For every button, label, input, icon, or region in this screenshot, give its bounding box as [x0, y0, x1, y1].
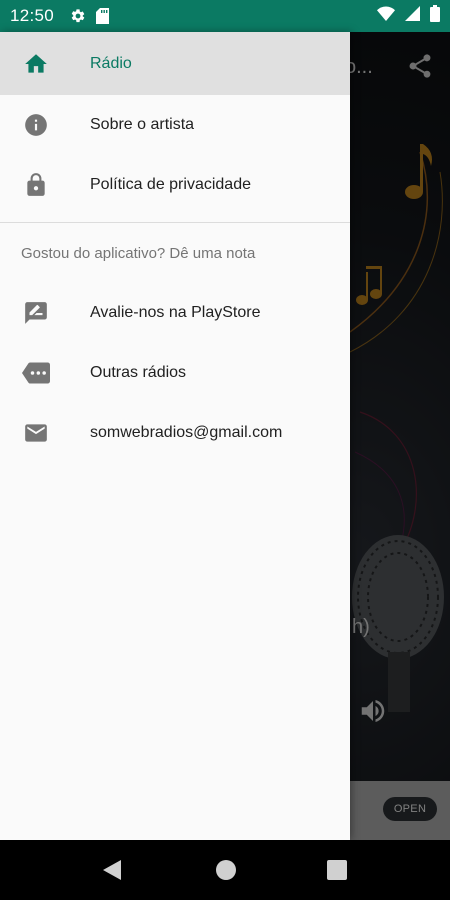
status-time: 12:50 — [10, 6, 55, 25]
label-more-icon — [22, 359, 50, 387]
cellular-icon — [405, 6, 420, 26]
system-navigation-bar — [0, 840, 450, 900]
drawer-item-label: Sobre o artista — [90, 116, 195, 133]
info-icon — [22, 111, 50, 139]
drawer-item-label: somwebradios@gmail.com — [90, 424, 283, 441]
navigation-drawer: Rádio Sobre o artista Política de privac… — [0, 32, 350, 840]
status-bar: 12:50 — [0, 0, 450, 32]
rate-review-icon — [22, 299, 50, 327]
back-icon[interactable] — [101, 858, 123, 887]
drawer-item-label: Outras rádios — [90, 364, 187, 381]
drawer-item-rate-playstore[interactable]: Avalie-nos na PlayStore — [0, 283, 350, 343]
home-circle-icon[interactable] — [215, 859, 237, 886]
recents-icon[interactable] — [327, 860, 347, 885]
battery-icon — [430, 5, 440, 27]
gear-icon — [70, 8, 86, 24]
sd-card-icon — [96, 8, 110, 24]
lock-icon — [22, 171, 50, 199]
drawer-item-label: Rádio — [90, 54, 132, 72]
drawer-item-about-artist[interactable]: Sobre o artista — [0, 95, 350, 155]
drawer-item-radio[interactable]: Rádio — [0, 32, 350, 95]
drawer-section-title: Gostou do aplicativo? Dê uma nota — [21, 244, 256, 262]
email-icon — [22, 419, 50, 447]
drawer-item-label: Avalie-nos na PlayStore — [90, 304, 261, 321]
drawer-item-privacy-policy[interactable]: Política de privacidade — [0, 155, 350, 215]
drawer-item-label: Política de privacidade — [90, 176, 251, 193]
drawer-scrim[interactable] — [350, 32, 450, 840]
wifi-icon — [377, 6, 395, 26]
drawer-item-other-radios[interactable]: Outras rádios — [0, 343, 350, 403]
drawer-item-email[interactable]: somwebradios@gmail.com — [0, 403, 350, 463]
home-icon — [22, 50, 50, 78]
